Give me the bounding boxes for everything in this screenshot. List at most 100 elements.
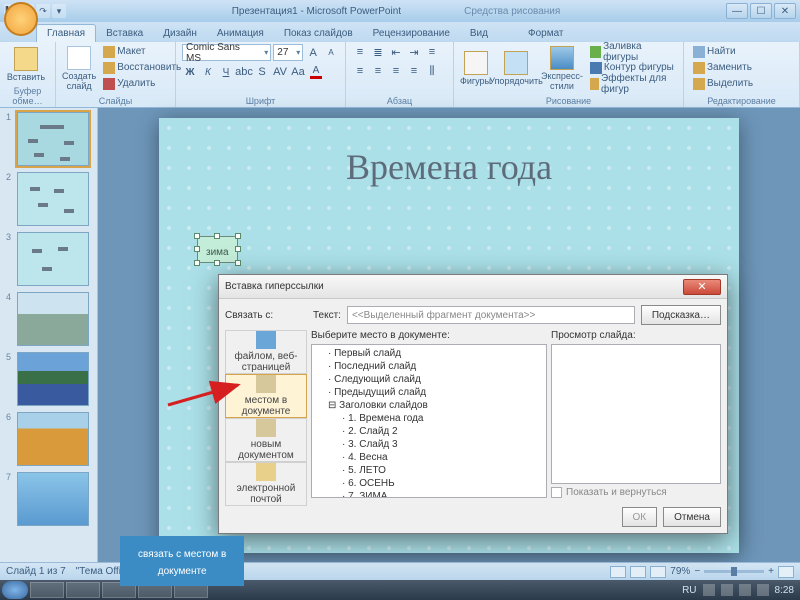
zoom-in-button[interactable]: + [768, 566, 774, 577]
justify-button[interactable]: ≡ [406, 63, 422, 79]
shapes-button[interactable]: Фигуры [460, 44, 491, 94]
bullets-button[interactable]: ≡ [352, 44, 368, 60]
find-button[interactable]: Найти [690, 44, 793, 59]
tab-format[interactable]: Формат [518, 25, 574, 42]
task-item[interactable] [30, 582, 64, 598]
grow-font-icon[interactable]: A [305, 45, 321, 61]
align-left-button[interactable]: ≡ [352, 63, 368, 79]
tab-review[interactable]: Рецензирование [363, 25, 460, 42]
quick-styles-button[interactable]: Экспресс-стили [541, 44, 583, 94]
linkbar-file[interactable]: файлом, веб- страницей [225, 330, 307, 374]
slide-title[interactable]: Времена года [159, 146, 739, 188]
linkbar-email[interactable]: электронной почтой [225, 462, 307, 506]
maximize-button[interactable]: ☐ [750, 3, 772, 19]
change-case-button[interactable]: Aa [290, 64, 306, 80]
line-spacing-button[interactable]: ≡ [424, 44, 440, 60]
select-button[interactable]: Выделить [690, 76, 793, 91]
tree-item[interactable]: · Следующий слайд [314, 373, 544, 386]
zoom-slider[interactable] [704, 570, 764, 573]
show-return-checkbox[interactable] [551, 487, 562, 498]
tree-item[interactable]: · Первый слайд [314, 347, 544, 360]
tree-item[interactable]: · 2. Слайд 2 [314, 425, 544, 438]
tray-icon[interactable] [757, 584, 769, 596]
qat-more-icon[interactable]: ▾ [52, 4, 66, 18]
reset-button[interactable]: Восстановить [100, 60, 184, 75]
delete-button[interactable]: Удалить [100, 76, 184, 91]
thumbnail-2[interactable] [17, 172, 89, 226]
align-center-button[interactable]: ≡ [370, 63, 386, 79]
tab-slideshow[interactable]: Показ слайдов [274, 25, 363, 42]
document-tree[interactable]: · Первый слайд· Последний слайд· Следующ… [311, 344, 547, 498]
new-slide-button[interactable]: Создать слайд [62, 44, 96, 94]
tab-home[interactable]: Главная [36, 24, 96, 42]
paste-button[interactable]: Вставить [6, 44, 46, 86]
thumbnail-4[interactable] [17, 292, 89, 346]
indent-inc-button[interactable]: ⇥ [406, 44, 422, 60]
view-show-button[interactable] [650, 566, 666, 578]
qat-redo-icon[interactable]: ↷ [36, 4, 50, 18]
italic-button[interactable]: К [200, 64, 216, 80]
tray-icon[interactable] [739, 584, 751, 596]
tab-animation[interactable]: Анимация [207, 25, 274, 42]
thumbnail-6[interactable] [17, 412, 89, 466]
text-input[interactable]: <<Выделенный фрагмент документа>> [347, 306, 635, 324]
tree-item[interactable]: · 6. ОСЕНЬ [314, 477, 544, 490]
align-right-button[interactable]: ≡ [388, 63, 404, 79]
tree-item[interactable]: · Последний слайд [314, 360, 544, 373]
columns-button[interactable]: ⫼ [424, 63, 440, 79]
bold-button[interactable]: Ж [182, 64, 198, 80]
group-font-label: Шрифт [182, 96, 339, 106]
shape-effects-button[interactable]: Эффекты для фигур [587, 76, 677, 91]
font-name-dropdown[interactable]: Comic Sans MS [182, 44, 271, 61]
close-button[interactable]: ✕ [774, 3, 796, 19]
shape-fill-button[interactable]: Заливка фигуры [587, 44, 677, 59]
tree-item[interactable]: · 1. Времена года [314, 412, 544, 425]
zoom-out-button[interactable]: − [694, 566, 700, 577]
selected-shape[interactable]: зима [197, 236, 238, 263]
tree-item[interactable]: · 5. ЛЕТО [314, 464, 544, 477]
thumbnail-1[interactable] [17, 112, 89, 166]
font-color-button[interactable]: A [308, 64, 324, 80]
shrink-font-icon[interactable]: A [323, 45, 339, 61]
strike-button[interactable]: abc [236, 64, 252, 80]
replace-button[interactable]: Заменить [690, 60, 793, 75]
dialog-close-button[interactable]: ✕ [683, 279, 721, 295]
thumbnail-5[interactable] [17, 352, 89, 406]
tab-design[interactable]: Дизайн [153, 25, 207, 42]
office-button[interactable] [4, 2, 38, 36]
tab-view[interactable]: Вид [460, 25, 498, 42]
tree-item[interactable]: · Предыдущий слайд [314, 386, 544, 399]
tree-item[interactable]: ⊟ Заголовки слайдов [314, 399, 544, 412]
cancel-button[interactable]: Отмена [663, 507, 721, 527]
view-normal-button[interactable] [610, 566, 626, 578]
shadow-button[interactable]: S [254, 64, 270, 80]
thumbnail-3[interactable] [17, 232, 89, 286]
thumbnail-7[interactable] [17, 472, 89, 526]
tree-item[interactable]: · 4. Весна [314, 451, 544, 464]
tree-item[interactable]: · 7. ЗИМА [314, 490, 544, 498]
ok-button[interactable]: ОК [622, 507, 658, 527]
task-item[interactable] [66, 582, 100, 598]
font-size-dropdown[interactable]: 27 [273, 44, 303, 61]
underline-button[interactable]: Ч [218, 64, 234, 80]
screentip-button[interactable]: Подсказка… [641, 305, 721, 325]
tab-insert[interactable]: Вставка [96, 25, 153, 42]
dialog-titlebar[interactable]: Вставка гиперссылки ✕ [219, 275, 727, 299]
start-button[interactable] [2, 581, 28, 599]
tray-icon[interactable] [703, 584, 715, 596]
fit-button[interactable] [778, 566, 794, 578]
indent-dec-button[interactable]: ⇤ [388, 44, 404, 60]
spacing-button[interactable]: AV [272, 64, 288, 80]
tree-item[interactable]: · 3. Слайд 3 [314, 438, 544, 451]
linkbar-new[interactable]: новым документом [225, 418, 307, 462]
window-title: Презентация1 - Microsoft PowerPoint Сред… [66, 5, 726, 17]
globe-icon [256, 331, 276, 349]
tray-lang[interactable]: RU [682, 585, 696, 596]
numbering-button[interactable]: ≣ [370, 44, 386, 60]
arrange-button[interactable]: Упорядочить [495, 44, 537, 94]
layout-button[interactable]: Макет [100, 44, 184, 59]
view-sorter-button[interactable] [630, 566, 646, 578]
minimize-button[interactable]: — [726, 3, 748, 19]
tray-icon[interactable] [721, 584, 733, 596]
slide-thumbnails: 1 2 3 4 5 6 7 [0, 108, 98, 562]
